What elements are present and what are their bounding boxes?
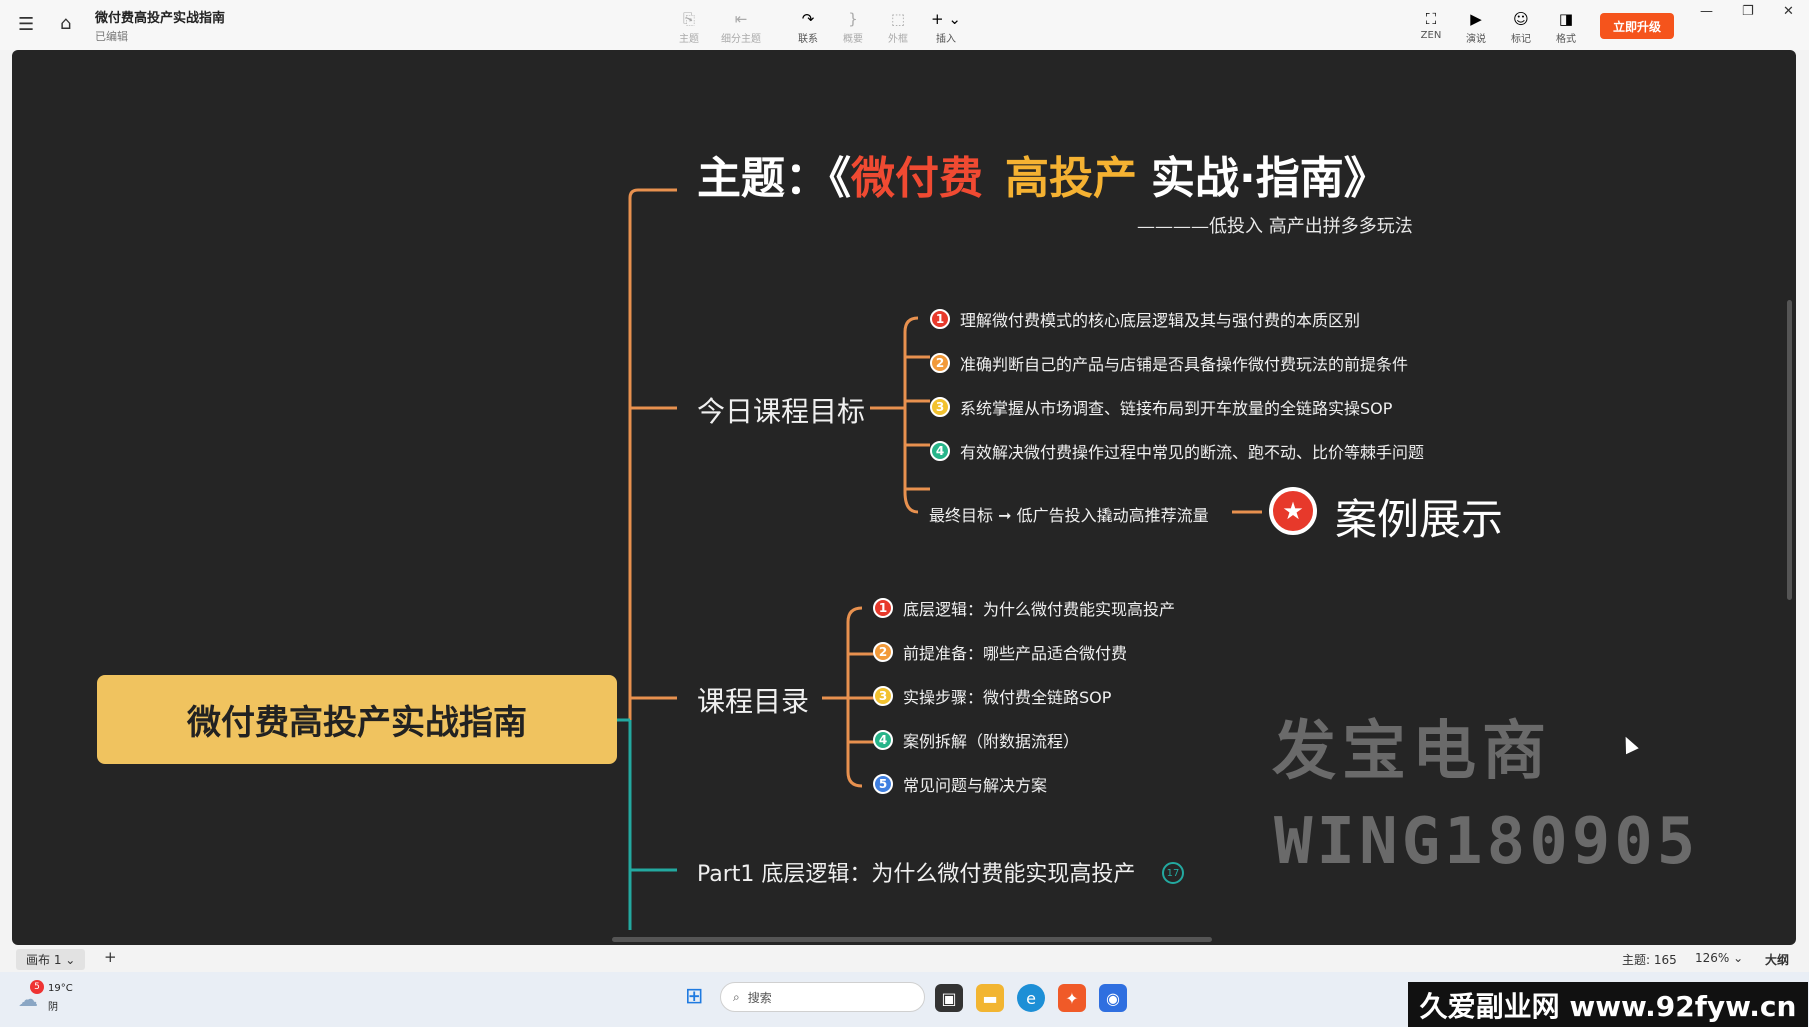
number-3-icon: 3: [873, 686, 893, 706]
home-icon[interactable]: ⌂: [60, 14, 71, 34]
catalog-item[interactable]: 4 案例拆解（附数据流程）: [873, 728, 1079, 752]
insert-icon: + ⌄: [931, 10, 961, 28]
relation-icon: ↷: [801, 10, 815, 28]
star-icon: ★: [1269, 487, 1317, 535]
case-showcase[interactable]: 案例展示: [1335, 486, 1503, 547]
catalog-item[interactable]: 2 前提准备：哪些产品适合微付费: [873, 640, 1127, 664]
present-icon: ▶: [1470, 10, 1482, 28]
weather-temp[interactable]: 19°C: [48, 983, 73, 994]
minimize-icon[interactable]: —: [1700, 4, 1713, 19]
tool-topic[interactable]: ⎘ 主题: [665, 10, 713, 45]
format-icon: ◨: [1558, 10, 1574, 28]
marker-icon: ☺: [1513, 10, 1529, 28]
chat-app-icon[interactable]: ◉: [1099, 984, 1127, 1012]
number-2-icon: 2: [873, 642, 893, 662]
goal-item[interactable]: 3 系统掌握从市场调查、链接布局到开车放量的全链路实操SOP: [930, 395, 1392, 419]
root-topic[interactable]: 微付费高投产实战指南: [97, 675, 617, 764]
zen-icon: ⛶: [1425, 10, 1437, 28]
number-4-icon: 4: [930, 441, 950, 461]
taskbar-search[interactable]: ⌕ 搜索: [720, 982, 925, 1012]
number-1-icon: 1: [873, 598, 893, 618]
tool-present[interactable]: ▶ 演说: [1452, 10, 1500, 45]
number-4-icon: 4: [873, 730, 893, 750]
subtopic-icon: ⇤: [734, 10, 748, 28]
topic-count: 主题: 165: [1622, 953, 1677, 967]
file-explorer-icon[interactable]: ▬: [976, 984, 1004, 1012]
collapse-count-badge[interactable]: 17: [1162, 862, 1184, 884]
mindmap-app-icon[interactable]: ✦: [1058, 984, 1086, 1012]
branch-goals[interactable]: 今日课程目标: [697, 390, 865, 430]
catalog-item[interactable]: 1 底层逻辑：为什么微付费能实现高投产: [873, 596, 1175, 620]
menu-icon[interactable]: ☰: [18, 15, 34, 35]
tool-summary[interactable]: } 概要: [829, 10, 877, 45]
goal-item[interactable]: 4 有效解决微付费操作过程中常见的断流、跑不动、比价等棘手问题: [930, 439, 1424, 463]
tool-zen[interactable]: ⛶ ZEN: [1407, 10, 1455, 41]
weather-badge: 5: [30, 980, 44, 994]
summary-icon: }: [848, 10, 858, 28]
upgrade-button[interactable]: 立即升级: [1600, 13, 1674, 39]
weather-desc: 阴: [48, 1002, 58, 1013]
map-title[interactable]: 主题：《微付费 高投产 实战·指南》: [697, 142, 1388, 206]
number-3-icon: 3: [930, 397, 950, 417]
map-subtitle: ————低投入 高产出拼多多玩法: [1137, 216, 1413, 237]
outline-button[interactable]: 大纲: [1765, 951, 1789, 968]
boundary-icon: ⬚: [890, 10, 906, 28]
catalog-item[interactable]: 5 常见问题与解决方案: [873, 772, 1047, 796]
canvas-tab[interactable]: 画布 1 ⌄: [16, 949, 86, 970]
tool-insert[interactable]: + ⌄ 插入: [922, 10, 970, 45]
horizontal-scrollbar[interactable]: [612, 937, 1212, 942]
close-icon[interactable]: ✕: [1783, 4, 1794, 19]
zoom-level[interactable]: 126% ⌄: [1695, 951, 1743, 965]
number-5-icon: 5: [873, 774, 893, 794]
restore-icon[interactable]: ❐: [1742, 4, 1754, 19]
tool-boundary[interactable]: ⬚ 外框: [874, 10, 922, 45]
branch-part1[interactable]: Part1 底层逻辑：为什么微付费能实现高投产: [697, 856, 1135, 888]
add-canvas-button[interactable]: +: [104, 948, 117, 966]
watermark-text: 发宝电商: [1272, 715, 1552, 789]
mindmap-canvas[interactable]: 主题：《微付费 高投产 实战·指南》 ————低投入 高产出拼多多玩法 今日课程目标…: [12, 50, 1796, 945]
search-icon: ⌕: [733, 989, 740, 1004]
tool-format[interactable]: ◨ 格式: [1542, 10, 1590, 45]
windows-start-icon[interactable]: ⊞: [685, 984, 703, 1009]
app-toolbar: ☰ ⌂ 微付费高投产实战指南 已编辑 ⎘ 主题 ⇤ 细分主题 ↷ 联系 } 概要…: [0, 0, 1809, 50]
number-2-icon: 2: [930, 353, 950, 373]
status-bar: 画布 1 ⌄ + 主题: 165 126% ⌄ 大纲: [0, 945, 1809, 972]
topic-icon: ⎘: [682, 10, 695, 28]
site-banner: 久爱副业网 www.92fyw.cn: [1408, 982, 1808, 1027]
tool-marker[interactable]: ☺ 标记: [1497, 10, 1545, 45]
edge-browser-icon[interactable]: e: [1017, 984, 1045, 1012]
tool-relation[interactable]: ↷ 联系: [784, 10, 832, 45]
document-status: 已编辑: [95, 30, 128, 43]
number-1-icon: 1: [930, 309, 950, 329]
branch-catalog[interactable]: 课程目录: [697, 680, 809, 720]
catalog-item[interactable]: 3 实操步骤：微付费全链路SOP: [873, 684, 1111, 708]
document-title: 微付费高投产实战指南: [95, 11, 226, 26]
tool-subtopic[interactable]: ⇤ 细分主题: [717, 10, 765, 45]
vertical-scrollbar[interactable]: [1787, 300, 1792, 600]
task-view-icon[interactable]: ▣: [935, 984, 963, 1012]
goal-item[interactable]: 1 理解微付费模式的核心底层逻辑及其与强付费的本质区别: [930, 307, 1360, 331]
goal-item[interactable]: 2 准确判断自己的产品与店铺是否具备操作微付费玩法的前提条件: [930, 351, 1408, 375]
watermark-id: WING180905: [1274, 805, 1700, 879]
final-goal[interactable]: 最终目标 ➞ 低广告投入撬动高推荐流量: [929, 502, 1209, 526]
